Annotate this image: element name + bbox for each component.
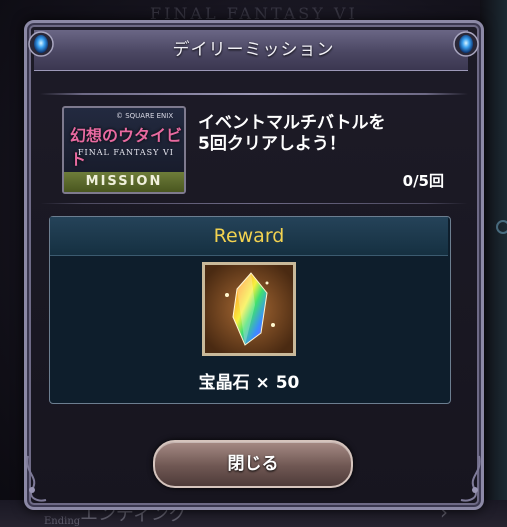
close-button-label: 閉じる bbox=[227, 454, 279, 474]
banner-logo: 幻想のウタイビト bbox=[70, 126, 183, 169]
background-indicator bbox=[496, 220, 507, 234]
rainbow-crystal-icon bbox=[205, 265, 293, 353]
divider bbox=[40, 93, 468, 95]
ornament-icon bbox=[26, 455, 47, 502]
banner-mission-tag: MISSION bbox=[64, 172, 184, 192]
dialog-title: デイリーミッション bbox=[172, 40, 335, 60]
blue-gem-icon bbox=[453, 31, 479, 57]
mission-description: イベントマルチバトルを 5回クリアしよう！ bbox=[198, 113, 386, 154]
reward-item-label: 宝晶石 × 50 bbox=[198, 373, 300, 393]
mission-progress: 0/5回 bbox=[402, 172, 444, 190]
reward-item-frame bbox=[202, 262, 296, 356]
background-right-strip bbox=[480, 0, 507, 527]
ornament-icon bbox=[460, 455, 481, 502]
blue-gem-icon bbox=[28, 31, 54, 57]
mission-banner: © SQUARE ENIX 幻想のウタイビト FINAL FANTASY VI … bbox=[62, 106, 186, 194]
reward-title: Reward bbox=[213, 225, 285, 247]
banner-copyright: © SQUARE ENIX bbox=[116, 112, 174, 120]
background-bottom-sub: Ending bbox=[44, 516, 81, 527]
divider bbox=[40, 203, 468, 204]
close-button[interactable]: 閉じる bbox=[153, 440, 353, 488]
banner-game-title: FINAL FANTASY VI bbox=[78, 148, 174, 157]
